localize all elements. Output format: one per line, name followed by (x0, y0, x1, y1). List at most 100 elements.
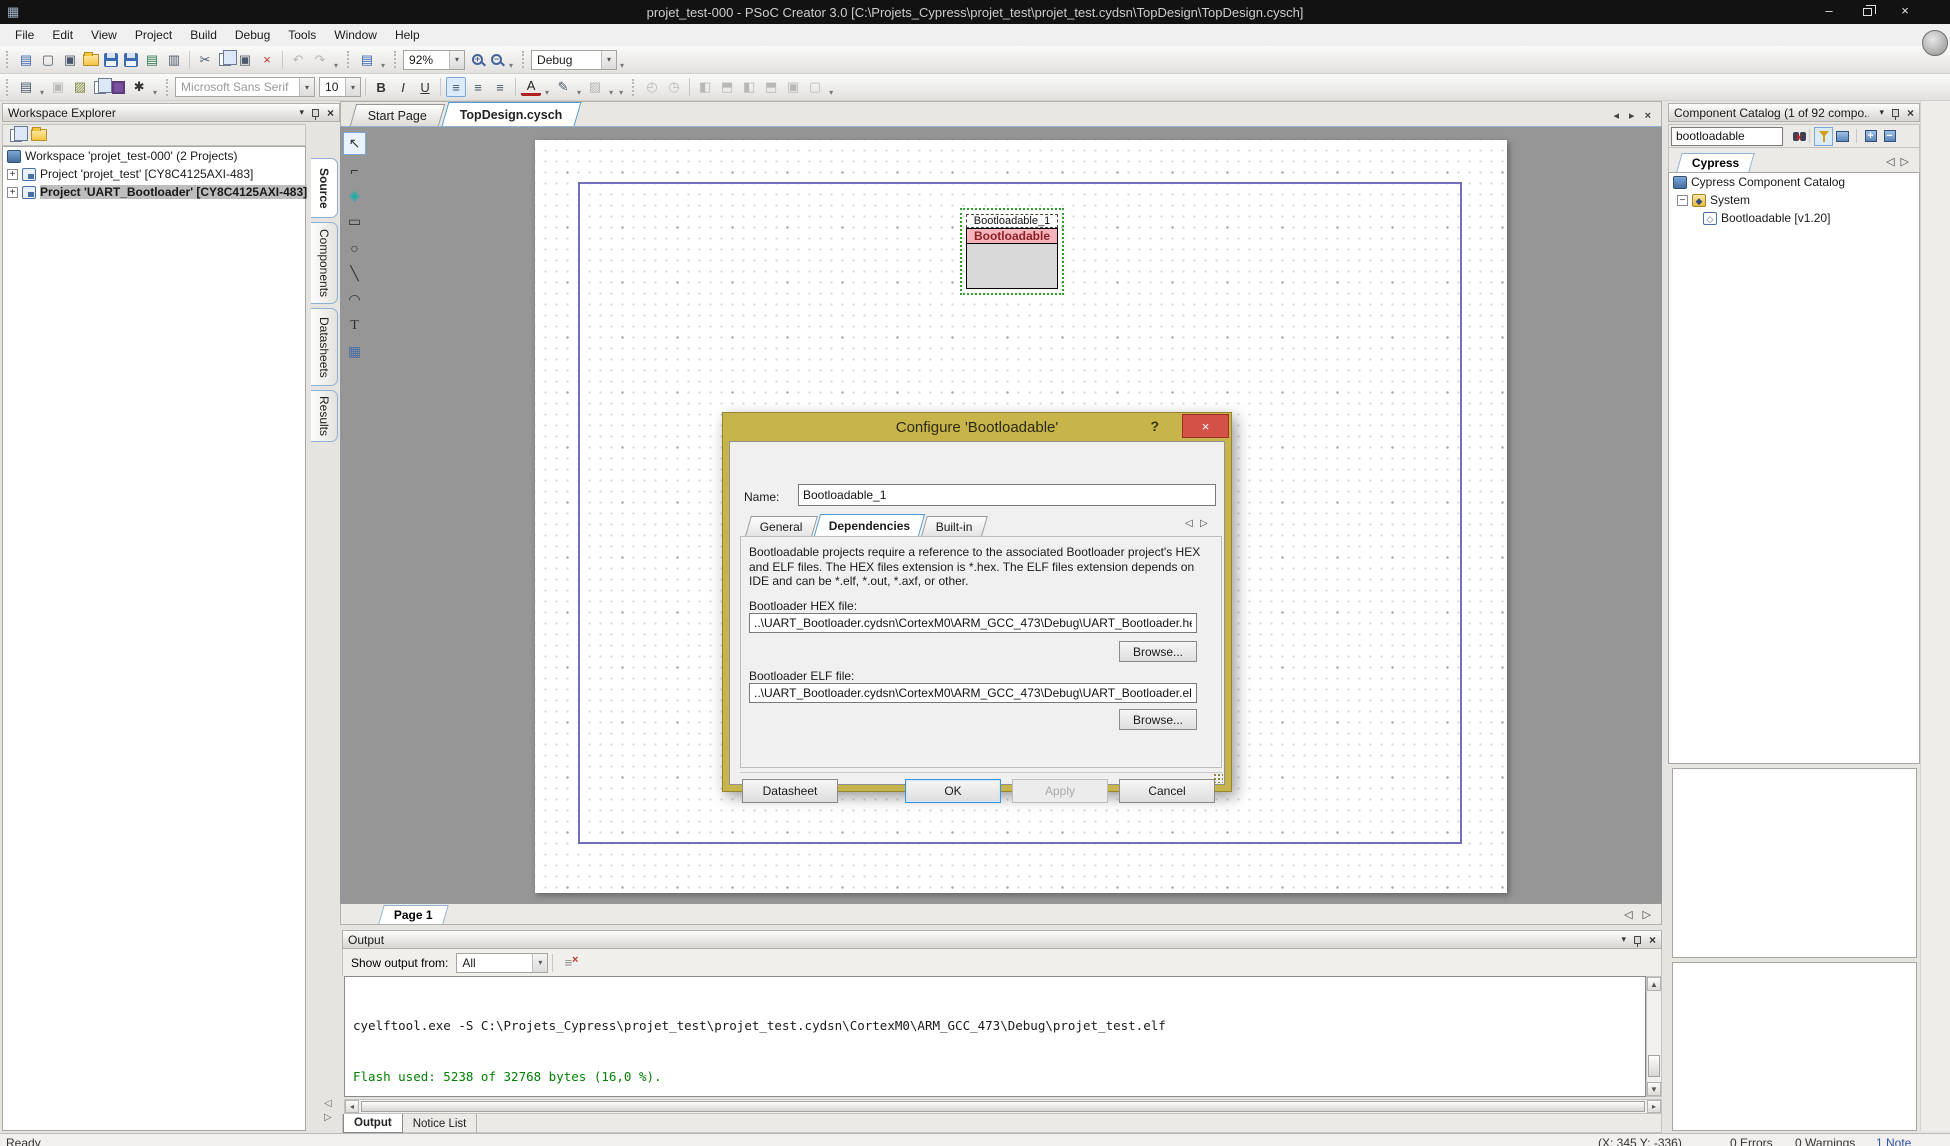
config-combo[interactable]: Debug ▾ (531, 50, 617, 70)
dialog-close-button[interactable]: × (1182, 414, 1229, 438)
menu-debug[interactable]: Debug (226, 26, 279, 44)
clear-output-icon[interactable]: ≡× (558, 953, 578, 973)
dialog-resize-grip[interactable] (1213, 773, 1223, 783)
toolbar-overflow-icon[interactable]: ▾ (334, 61, 338, 73)
fill-color-icon[interactable]: ▨ (585, 77, 605, 97)
arc-tool-icon[interactable]: ◠ (343, 288, 366, 311)
align-shapes-icon[interactable]: ⬒ (761, 77, 781, 97)
apply-button[interactable]: Apply (1012, 779, 1108, 803)
delete-icon[interactable]: × (257, 50, 277, 70)
align-right-icon[interactable]: ≡ (490, 77, 510, 97)
elf-file-input[interactable] (749, 683, 1197, 703)
scroll-up-icon[interactable]: ▲ (1647, 977, 1661, 991)
toolbar-overflow-icon[interactable]: ▾ (509, 61, 513, 73)
show-folders-icon[interactable] (31, 129, 47, 141)
menu-help[interactable]: Help (386, 26, 429, 44)
status-errors[interactable]: 0 Errors (1730, 1136, 1773, 1146)
new-file-icon[interactable]: ▢ (38, 50, 58, 70)
scroll-down-icon[interactable]: ▼ (1647, 1082, 1661, 1096)
side-tab-source[interactable]: Source (311, 158, 338, 218)
tab-scroll-left-icon[interactable]: ◁ (1185, 518, 1193, 529)
expand-all-icon[interactable]: + (1861, 127, 1880, 146)
add-file-icon[interactable]: ▣ (60, 50, 80, 70)
pin-icon[interactable] (312, 109, 319, 117)
collapse-all-icon[interactable]: − (1880, 127, 1899, 146)
zoom-combo[interactable]: 92% ▾ (403, 50, 465, 70)
status-notes[interactable]: 1 Note (1876, 1136, 1911, 1146)
output-filter-arrow[interactable]: ▾ (532, 954, 547, 972)
toolbar-overflow-icon[interactable]: ▾ (153, 88, 157, 100)
output-hscrollbar[interactable]: ◂ ▸ (344, 1099, 1662, 1114)
collapse-icon[interactable]: − (1677, 195, 1688, 206)
group-icon[interactable]: ▣ (783, 77, 803, 97)
filter-icon[interactable] (1814, 127, 1833, 146)
toolbar-overflow-icon[interactable]: ▾ (620, 61, 624, 73)
hscroll-thumb[interactable] (361, 1101, 1645, 1112)
select-tool-icon[interactable]: ↖ (343, 132, 366, 155)
zoom-combo-arrow[interactable]: ▾ (449, 51, 464, 69)
datasheet-button[interactable]: Datasheet (742, 779, 838, 803)
layers-icon[interactable]: ▨ (70, 77, 90, 97)
copy-icon[interactable] (219, 53, 231, 66)
catalog-search-input[interactable] (1671, 127, 1783, 146)
redo-icon[interactable]: ↷ (310, 50, 330, 70)
stamp-icon[interactable]: ▣ (48, 77, 68, 97)
menu-window[interactable]: Window (325, 26, 386, 44)
component-instance-label[interactable]: Bootloadable_1 (966, 214, 1058, 228)
fill-dropdown-icon[interactable]: ▾ (609, 88, 613, 100)
image-tool-icon[interactable]: ▦ (343, 340, 366, 363)
font-color-icon[interactable]: A (521, 78, 541, 96)
dialog-titlebar[interactable]: Configure 'Bootloadable' ? × (723, 413, 1231, 441)
scroll-tabs-left-icon[interactable]: ◂ (1614, 109, 1620, 122)
close-button[interactable]: × (1888, 0, 1922, 23)
panel-close-icon[interactable]: × (1907, 106, 1914, 120)
rotate-right-icon[interactable]: ◷ (664, 77, 684, 97)
print-icon[interactable]: ▤ (142, 50, 162, 70)
round-app-badge-icon[interactable] (1922, 30, 1948, 56)
ok-button[interactable]: OK (905, 779, 1001, 803)
menu-edit[interactable]: Edit (43, 26, 82, 44)
rotate-left-icon[interactable]: ◴ (642, 77, 662, 97)
line-tool-icon[interactable]: ╲ (343, 262, 366, 285)
scroll-left-icon[interactable]: ◂ (345, 1100, 359, 1113)
font-combo-arrow[interactable]: ▾ (299, 78, 314, 96)
open-folder-icon[interactable] (83, 54, 99, 66)
panel-menu-icon[interactable]: ▾ (1621, 934, 1626, 945)
catalog-bootloadable-row[interactable]: ◇ Bootloadable [v1.20] (1669, 209, 1919, 227)
font-size-combo[interactable]: 10 ▾ (319, 77, 361, 97)
output-console[interactable]: cyelftool.exe -S C:\Projets_Cypress\proj… (344, 976, 1646, 1097)
datasheet-tool-icon[interactable]: ▤ (357, 50, 377, 70)
pin-icon[interactable] (1634, 936, 1641, 944)
expand-icon[interactable]: + (7, 169, 18, 180)
tab-start-page[interactable]: Start Page (350, 104, 445, 126)
tab-builtin[interactable]: Built-in (921, 516, 987, 536)
side-tab-components[interactable]: Components (311, 222, 338, 304)
cancel-button[interactable]: Cancel (1119, 779, 1215, 803)
tab-dependencies[interactable]: Dependencies (814, 514, 926, 536)
window-layout-icon[interactable]: ▤ (16, 77, 36, 97)
bold-icon[interactable]: B (371, 77, 391, 97)
catalog-root-row[interactable]: Cypress Component Catalog (1669, 173, 1919, 191)
panel-close-icon[interactable]: × (1649, 933, 1656, 947)
align-center-icon[interactable]: ≡ (468, 77, 488, 97)
pin-icon[interactable] (1892, 109, 1899, 117)
mirror-icon[interactable]: ◧ (739, 77, 759, 97)
text-tool-icon[interactable]: T (343, 314, 366, 337)
page-right-icon[interactable]: ▷ (1643, 908, 1651, 921)
catalog-tabs-right-icon[interactable]: ▷ (1901, 155, 1909, 168)
panel-close-icon[interactable]: × (327, 106, 334, 120)
new-project-icon[interactable]: ▤ (16, 50, 36, 70)
font-name-combo[interactable]: Microsoft Sans Serif ▾ (175, 77, 315, 97)
wire-tool-icon[interactable]: ⌐ (343, 158, 366, 181)
page-left-icon[interactable]: ◁ (1624, 908, 1632, 921)
line-color-icon[interactable]: ✎ (553, 77, 573, 97)
minimize-button[interactable]: – (1812, 0, 1846, 23)
chip-icon[interactable] (112, 81, 125, 94)
zoom-out-icon[interactable]: − (491, 54, 502, 65)
save-icon[interactable] (104, 53, 118, 67)
menu-file[interactable]: File (6, 26, 43, 44)
name-input[interactable] (798, 484, 1216, 506)
browse-elf-button[interactable]: Browse... (1119, 709, 1197, 730)
output-tab[interactable]: Output (343, 1114, 403, 1133)
flip-vertical-icon[interactable]: ⬒ (717, 77, 737, 97)
